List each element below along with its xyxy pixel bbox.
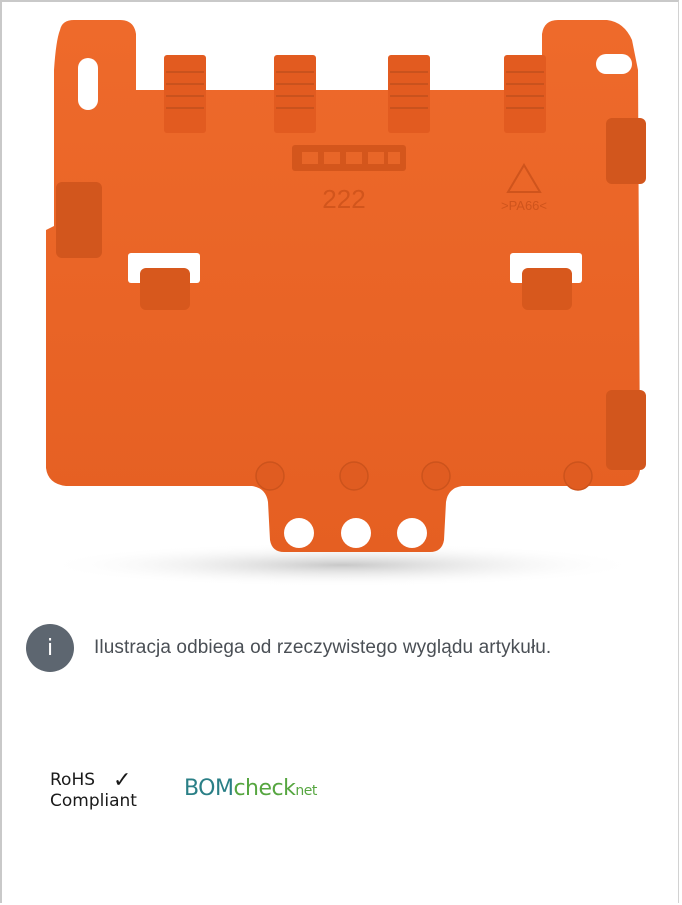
bomcheck-main-text: BOM xyxy=(183,776,234,801)
part-number-emboss: 222 xyxy=(322,184,365,214)
mounting-carrier-illustration: 222 >PA66< xyxy=(42,20,646,587)
right-mounting-slot xyxy=(596,54,632,74)
checkmark-icon: ✓ xyxy=(113,767,132,793)
right-upper-clip xyxy=(606,118,646,184)
left-mounting-slot xyxy=(78,58,98,110)
info-icon: i xyxy=(26,624,74,672)
bomcheck-suffix-text: net xyxy=(295,783,317,799)
compliance-badges: RoHS ✓ Compliant BOM check net xyxy=(50,767,317,812)
disclaimer-text: Ilustracja odbiega od rzeczywistego wygl… xyxy=(94,637,552,658)
bomcheck-check-text: check xyxy=(233,776,296,801)
left-side-clip xyxy=(56,182,102,258)
bomcheck-logo[interactable]: BOM check net xyxy=(184,776,317,801)
compliant-label: Compliant xyxy=(50,791,137,811)
bottom-tab-holes xyxy=(284,518,427,548)
product-image[interactable]: 222 >PA66< xyxy=(12,10,672,610)
rohs-compliant-badge: RoHS ✓ Compliant xyxy=(50,767,137,812)
material-marking-emboss: >PA66< xyxy=(501,198,547,213)
content-frame: 222 >PA66< i Ilustracja odbiega od rzecz… xyxy=(0,0,679,903)
right-lower-clip xyxy=(606,390,646,470)
rohs-label: RoHS xyxy=(50,770,96,790)
image-disclaimer: i Ilustracja odbiega od rzeczywistego wy… xyxy=(26,624,551,672)
